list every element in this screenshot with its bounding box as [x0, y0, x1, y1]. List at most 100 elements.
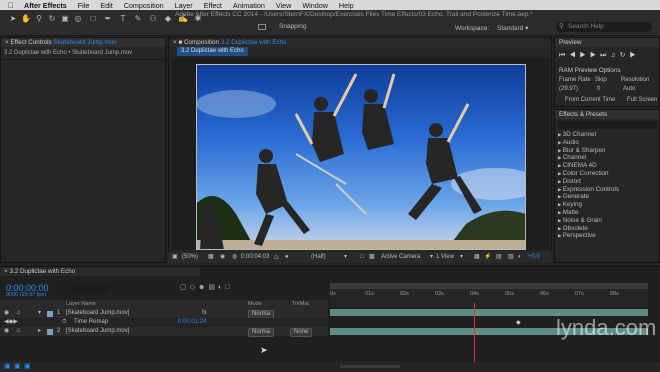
close-icon[interactable]: ×: [173, 39, 177, 46]
timeline-tab[interactable]: × 3.2 Duplictae with Echo: [0, 267, 200, 276]
snapping-checkbox[interactable]: [258, 24, 266, 30]
effect-controls-tab[interactable]: × Effect Controls Skateboard Jump.mov: [1, 38, 165, 47]
lock-icon[interactable]: ■: [178, 39, 182, 46]
show-snapshot-icon[interactable]: △: [274, 252, 279, 263]
next-frame-icon[interactable]: ▶: [590, 52, 600, 59]
composition-tab[interactable]: × ■ Composition 3.2 Duplictae with Echo: [169, 38, 551, 47]
eraser-tool-icon[interactable]: ◆: [163, 14, 173, 24]
region-of-interest-icon[interactable]: □: [360, 252, 364, 263]
audio-icon[interactable]: ♫: [610, 52, 619, 59]
keyframe-icon[interactable]: ◆: [516, 319, 521, 326]
label-color-swatch[interactable]: [47, 310, 53, 317]
expand-modes-icon[interactable]: ▣: [14, 362, 21, 370]
audio-icon[interactable]: ♫: [16, 327, 21, 336]
layer-name[interactable]: [Skateboard Jump.mov]: [66, 327, 129, 336]
layer-row-2[interactable]: ◉ ♫ ▸ 2 [Skateboard Jump.mov] Norma None: [0, 327, 328, 337]
effect-category-item[interactable]: ▶ Audio: [558, 139, 619, 147]
effect-category-item[interactable]: ▶ Blur & Sharpen: [558, 147, 619, 155]
apple-icon[interactable]: : [8, 1, 14, 10]
resolution-dropdown[interactable]: (Half): [311, 252, 326, 263]
menu-help[interactable]: Help: [339, 1, 354, 10]
expand-arrow-icon[interactable]: ▾: [38, 309, 41, 318]
always-preview-icon[interactable]: ▣: [172, 252, 178, 263]
menu-edit[interactable]: Edit: [100, 1, 112, 10]
keyframe-nav-icon[interactable]: ◀◆▶: [4, 318, 18, 327]
camera-icon[interactable]: ◍: [232, 252, 237, 263]
expand-switches-icon[interactable]: ▣: [4, 362, 11, 370]
channels-icon[interactable]: ●: [285, 252, 289, 263]
effect-category-item[interactable]: ▶ Matte: [558, 209, 619, 217]
time-remap-row[interactable]: ◀◆▶ ⏱ Time Remap 0:00:01:24: [0, 318, 328, 327]
ram-preview-icon[interactable]: ▶: [630, 52, 640, 59]
audio-icon[interactable]: ♫: [16, 309, 21, 318]
menu-animation[interactable]: Animation: [233, 1, 265, 10]
search-help-field[interactable]: ⚲ Search Help: [556, 22, 652, 32]
work-area-bar[interactable]: [330, 283, 648, 289]
eye-icon[interactable]: ◉: [4, 309, 9, 318]
frame-blending-icon[interactable]: ▤: [208, 284, 218, 291]
workspace-selector[interactable]: Workspace: Standard ▾: [455, 24, 528, 32]
pan-behind-tool-icon[interactable]: ◎: [73, 14, 83, 24]
prev-frame-icon[interactable]: ◀: [569, 52, 579, 59]
rotate-tool-icon[interactable]: ↻: [47, 14, 57, 24]
effect-category-item[interactable]: ▶ Distort: [558, 178, 619, 186]
menu-file[interactable]: File: [78, 1, 90, 10]
graph-editor-icon[interactable]: □: [225, 284, 232, 291]
play-icon[interactable]: ▶: [580, 52, 590, 59]
effect-category-item[interactable]: ▶ Keying: [558, 201, 619, 209]
comp-subtab[interactable]: 3.2 Duplictae with Echo: [177, 47, 248, 56]
frame-rate-dropdown[interactable]: (29.97): [559, 86, 578, 92]
effect-category-item[interactable]: ▶ Noise & Grain: [558, 217, 619, 225]
views-dropdown[interactable]: 1 View: [436, 252, 454, 263]
close-icon[interactable]: ×: [5, 39, 9, 46]
col-trkmat[interactable]: TrkMat: [292, 300, 309, 309]
skip-dropdown[interactable]: 0: [597, 86, 600, 92]
time-ruler[interactable]: 0s 01s 02s 03s 04s 05s 06s 07s 08s: [330, 283, 648, 307]
clone-tool-icon[interactable]: ⚇: [148, 14, 158, 24]
eye-icon[interactable]: ◉: [4, 327, 9, 336]
workspace-value[interactable]: Standard: [497, 25, 523, 32]
exposure-value[interactable]: +0.0: [528, 252, 540, 263]
fx-icon[interactable]: fx: [202, 309, 207, 318]
label-color-swatch[interactable]: [47, 328, 53, 335]
exposure-icon[interactable]: ◐: [518, 252, 522, 263]
effect-category-item[interactable]: ▶ 3D Channel: [558, 131, 619, 139]
rectangle-tool-icon[interactable]: □: [88, 14, 98, 24]
layer-row-1[interactable]: ◉ ♫ ▾ 1 [Skateboard Jump.mov] fx Norma: [0, 309, 328, 319]
first-frame-icon[interactable]: ⏮: [559, 52, 569, 59]
from-current-time-checkbox[interactable]: From Current Time: [565, 97, 615, 103]
transparency-grid-icon[interactable]: ▩: [369, 252, 375, 263]
full-screen-checkbox[interactable]: Full Screen: [627, 97, 657, 103]
time-remap-value[interactable]: 0:00:01:24: [178, 318, 206, 327]
effects-search-input[interactable]: [558, 121, 658, 129]
toggle-pixel-aspect-icon[interactable]: ▦: [474, 252, 480, 263]
trkmat-dropdown[interactable]: None: [290, 327, 313, 337]
text-tool-icon[interactable]: T: [118, 14, 128, 24]
timeline-icon[interactable]: ▤: [496, 252, 502, 263]
last-frame-icon[interactable]: ⏭: [600, 52, 610, 59]
effect-category-item[interactable]: ▶ Generate: [558, 193, 619, 201]
effect-category-item[interactable]: ▶ Obsolete: [558, 225, 619, 233]
stopwatch-icon[interactable]: ⏱: [62, 318, 67, 327]
shy-icon[interactable]: ☻: [198, 284, 208, 291]
camera-tool-icon[interactable]: ▣: [60, 14, 70, 24]
resolution-dropdown[interactable]: Auto: [623, 86, 635, 92]
layer-bounding-box[interactable]: [196, 64, 526, 250]
hand-tool-icon[interactable]: ✋: [21, 14, 31, 24]
menu-app[interactable]: After Effects: [24, 1, 67, 10]
layer-name[interactable]: [Skateboard Jump.mov]: [66, 309, 129, 318]
expand-time-icon[interactable]: ▣: [24, 362, 31, 370]
mode-dropdown[interactable]: Norma: [248, 327, 275, 337]
effect-category-item[interactable]: ▶ Channel: [558, 154, 619, 162]
effect-category-item[interactable]: ▶ Color Correction: [558, 170, 619, 178]
effect-category-item[interactable]: ▶ Perspective: [558, 232, 619, 240]
close-icon[interactable]: ×: [4, 268, 8, 275]
current-time-display[interactable]: 0:00:04:03: [241, 252, 269, 263]
effect-category-item[interactable]: ▶ CINEMA 4D: [558, 162, 619, 170]
ram-preview-options-label[interactable]: RAM Preview Options: [559, 67, 621, 74]
effect-category-item[interactable]: ▶ Expression Controls: [558, 186, 619, 194]
menu-view[interactable]: View: [276, 1, 291, 10]
timeline-search-input[interactable]: [70, 285, 110, 293]
zoom-tool-icon[interactable]: ⚲: [34, 14, 44, 24]
camera-view-dropdown[interactable]: Active Camera: [381, 252, 420, 263]
